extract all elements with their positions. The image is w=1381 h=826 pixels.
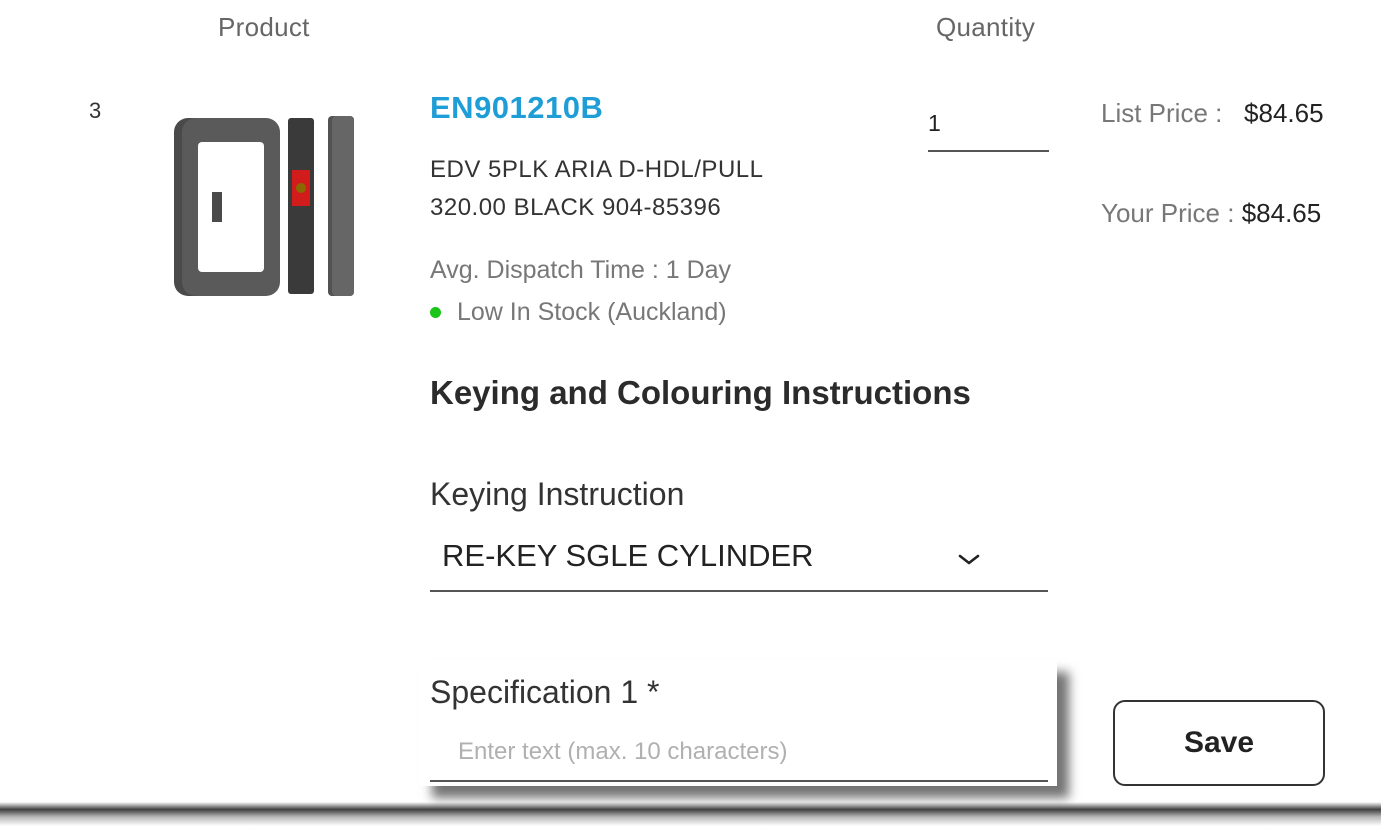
- stock-status: Low In Stock (Auckland): [430, 298, 727, 327]
- product-image[interactable]: [160, 104, 370, 314]
- quantity-column-header: Quantity: [936, 12, 1036, 42]
- save-button[interactable]: Save: [1113, 700, 1325, 786]
- line-number: 3: [89, 98, 102, 123]
- specification-panel: Specification 1 *: [420, 660, 1057, 786]
- keying-instruction-select[interactable]: RE-KEY SGLE CYLINDER: [430, 530, 1048, 592]
- chevron-down-icon[interactable]: [954, 544, 984, 574]
- dispatch-time: Avg. Dispatch Time : 1 Day: [430, 256, 732, 284]
- product-sku-link[interactable]: EN901210B: [430, 90, 603, 126]
- specification-label: Specification 1 *: [430, 674, 660, 710]
- product-description-line2: 320.00 BLACK 904-85396: [430, 194, 722, 221]
- quantity-input[interactable]: 1: [928, 96, 1049, 152]
- your-price-label: Your Price :: [1101, 198, 1235, 228]
- keying-section-title: Keying and Colouring Instructions: [430, 374, 971, 411]
- product-description-line1: EDV 5PLK ARIA D-HDL/PULL: [430, 156, 764, 183]
- your-price: Your Price : $84.65: [1101, 198, 1321, 229]
- stock-status-label: Low In Stock (Auckland): [457, 298, 727, 326]
- list-price: List Price : $84.65: [1101, 98, 1324, 129]
- list-price-label: List Price :: [1101, 98, 1223, 128]
- specification-input[interactable]: [430, 724, 1048, 782]
- keying-instruction-value[interactable]: RE-KEY SGLE CYLINDER: [442, 538, 814, 574]
- your-price-value: $84.65: [1241, 198, 1322, 228]
- list-price-value: $84.65: [1244, 98, 1324, 128]
- product-column-header: Product: [218, 12, 310, 42]
- bottom-divider-shadow: [0, 796, 1381, 826]
- stock-indicator-dot-icon: [430, 307, 441, 318]
- quantity-value[interactable]: 1: [928, 110, 941, 137]
- keying-instruction-label: Keying Instruction: [430, 476, 685, 512]
